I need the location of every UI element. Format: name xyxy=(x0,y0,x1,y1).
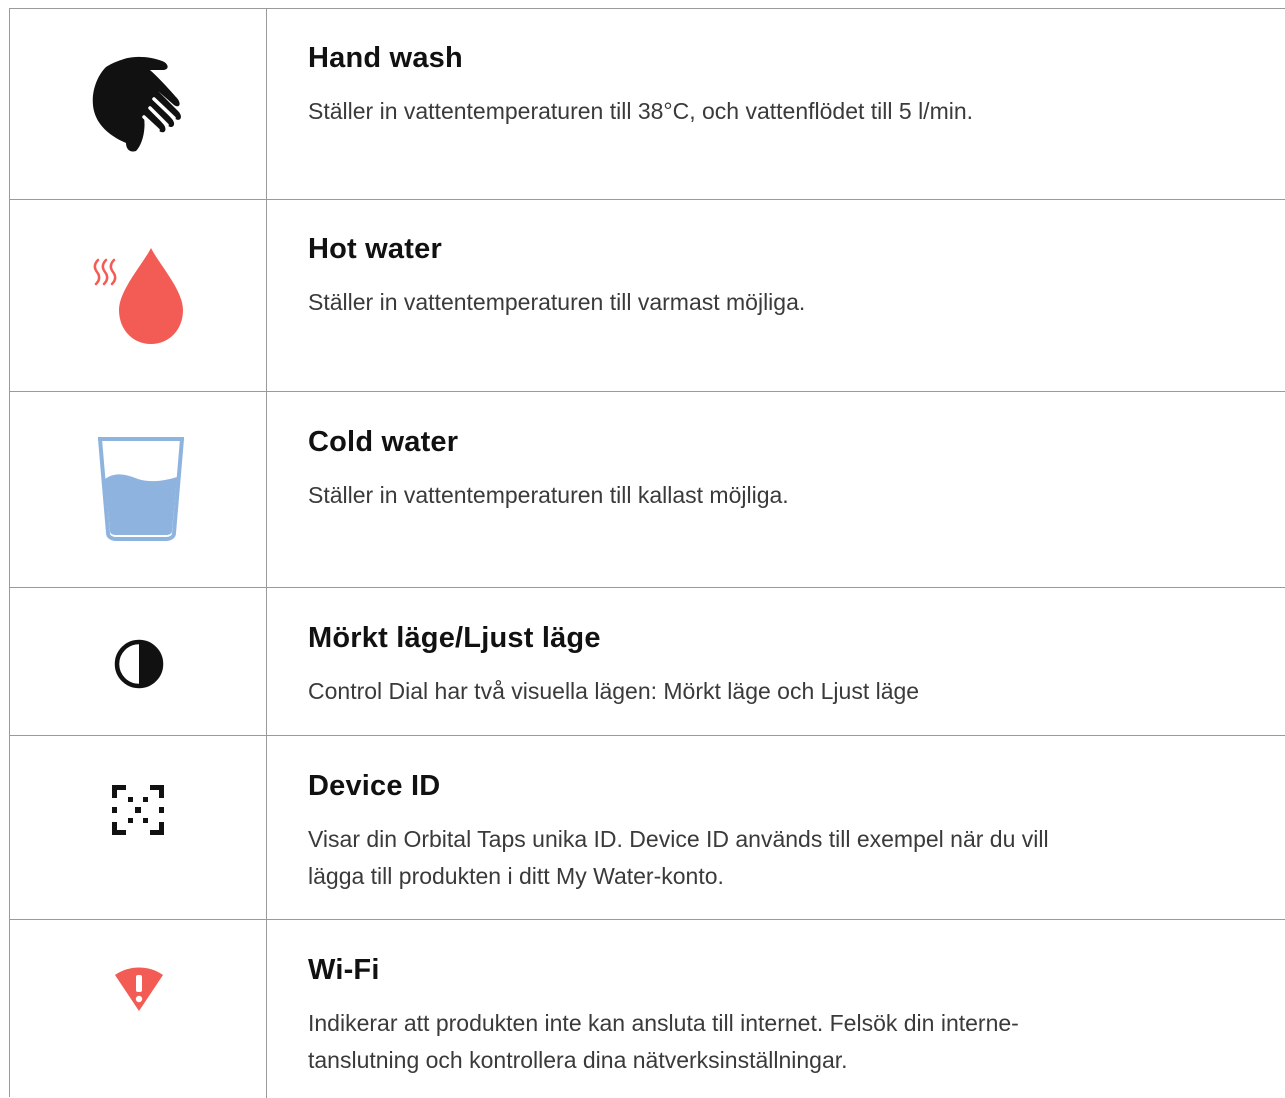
table-row-hot-water: Hot water Ställer in vattentemperaturen … xyxy=(10,200,1285,392)
wifi-warning-icon xyxy=(113,967,165,1013)
icon-description-table: Hand wash Ställer in vattentemperaturen … xyxy=(9,8,1285,1098)
row-title: Wi-Fi xyxy=(308,954,380,986)
row-description-line: Visar din Orbital Taps unika ID. Device … xyxy=(308,826,1049,852)
row-description-line: Indikerar att produkten inte kan ansluta… xyxy=(308,1010,1019,1036)
row-description: Ställer in vattentemperaturen till kalla… xyxy=(308,477,1258,514)
contrast-icon xyxy=(113,638,165,690)
row-title: Cold water xyxy=(308,426,459,458)
hand-icon xyxy=(92,55,184,153)
icon-cell xyxy=(10,920,267,1098)
row-description-line: tanslutning och kontrollera dina nätverk… xyxy=(308,1047,848,1073)
row-description: Ställer in vattentemperaturen till varma… xyxy=(308,284,1258,321)
table-row-cold-water: Cold water Ställer in vattentemperaturen… xyxy=(10,392,1285,588)
icon-cell xyxy=(10,736,267,919)
table-row-device-id: Device ID Visar din Orbital Taps unika I… xyxy=(10,736,1285,920)
icon-cell xyxy=(10,200,267,391)
table-row-wifi: Wi-Fi Indikerar att produkten inte kan a… xyxy=(10,920,1285,1098)
icon-cell xyxy=(10,392,267,587)
row-title: Hot water xyxy=(308,233,442,265)
row-title: Mörkt läge/Ljust läge xyxy=(308,622,601,654)
row-title: Device ID xyxy=(308,770,441,802)
device-id-scan-icon xyxy=(112,785,164,835)
row-description: Ställer in vattentemperaturen till 38°C,… xyxy=(308,93,1258,130)
row-description-line: Ställer in vattentemperaturen till kalla… xyxy=(308,482,789,508)
table-row-dark-light-mode: Mörkt läge/Ljust läge Control Dial har t… xyxy=(10,588,1285,736)
table-row-hand-wash: Hand wash Ställer in vattentemperaturen … xyxy=(10,9,1285,200)
row-description: Indikerar att produkten inte kan ansluta… xyxy=(308,1005,1258,1079)
row-description: Control Dial har två visuella lägen: Mör… xyxy=(308,673,1258,710)
cold-water-glass-icon xyxy=(98,437,184,541)
row-description: Visar din Orbital Taps unika ID. Device … xyxy=(308,821,1258,895)
row-title: Hand wash xyxy=(308,42,463,74)
hot-water-drop-icon xyxy=(93,248,185,344)
row-description-line: lägga till produkten i ditt My Water-kon… xyxy=(308,863,724,889)
row-description-line: Ställer in vattentemperaturen till varma… xyxy=(308,289,806,315)
icon-cell xyxy=(10,9,267,199)
row-description-line: Control Dial har två visuella lägen: Mör… xyxy=(308,678,920,704)
row-description-line: Ställer in vattentemperaturen till 38°C,… xyxy=(308,98,974,124)
icon-cell xyxy=(10,588,267,735)
